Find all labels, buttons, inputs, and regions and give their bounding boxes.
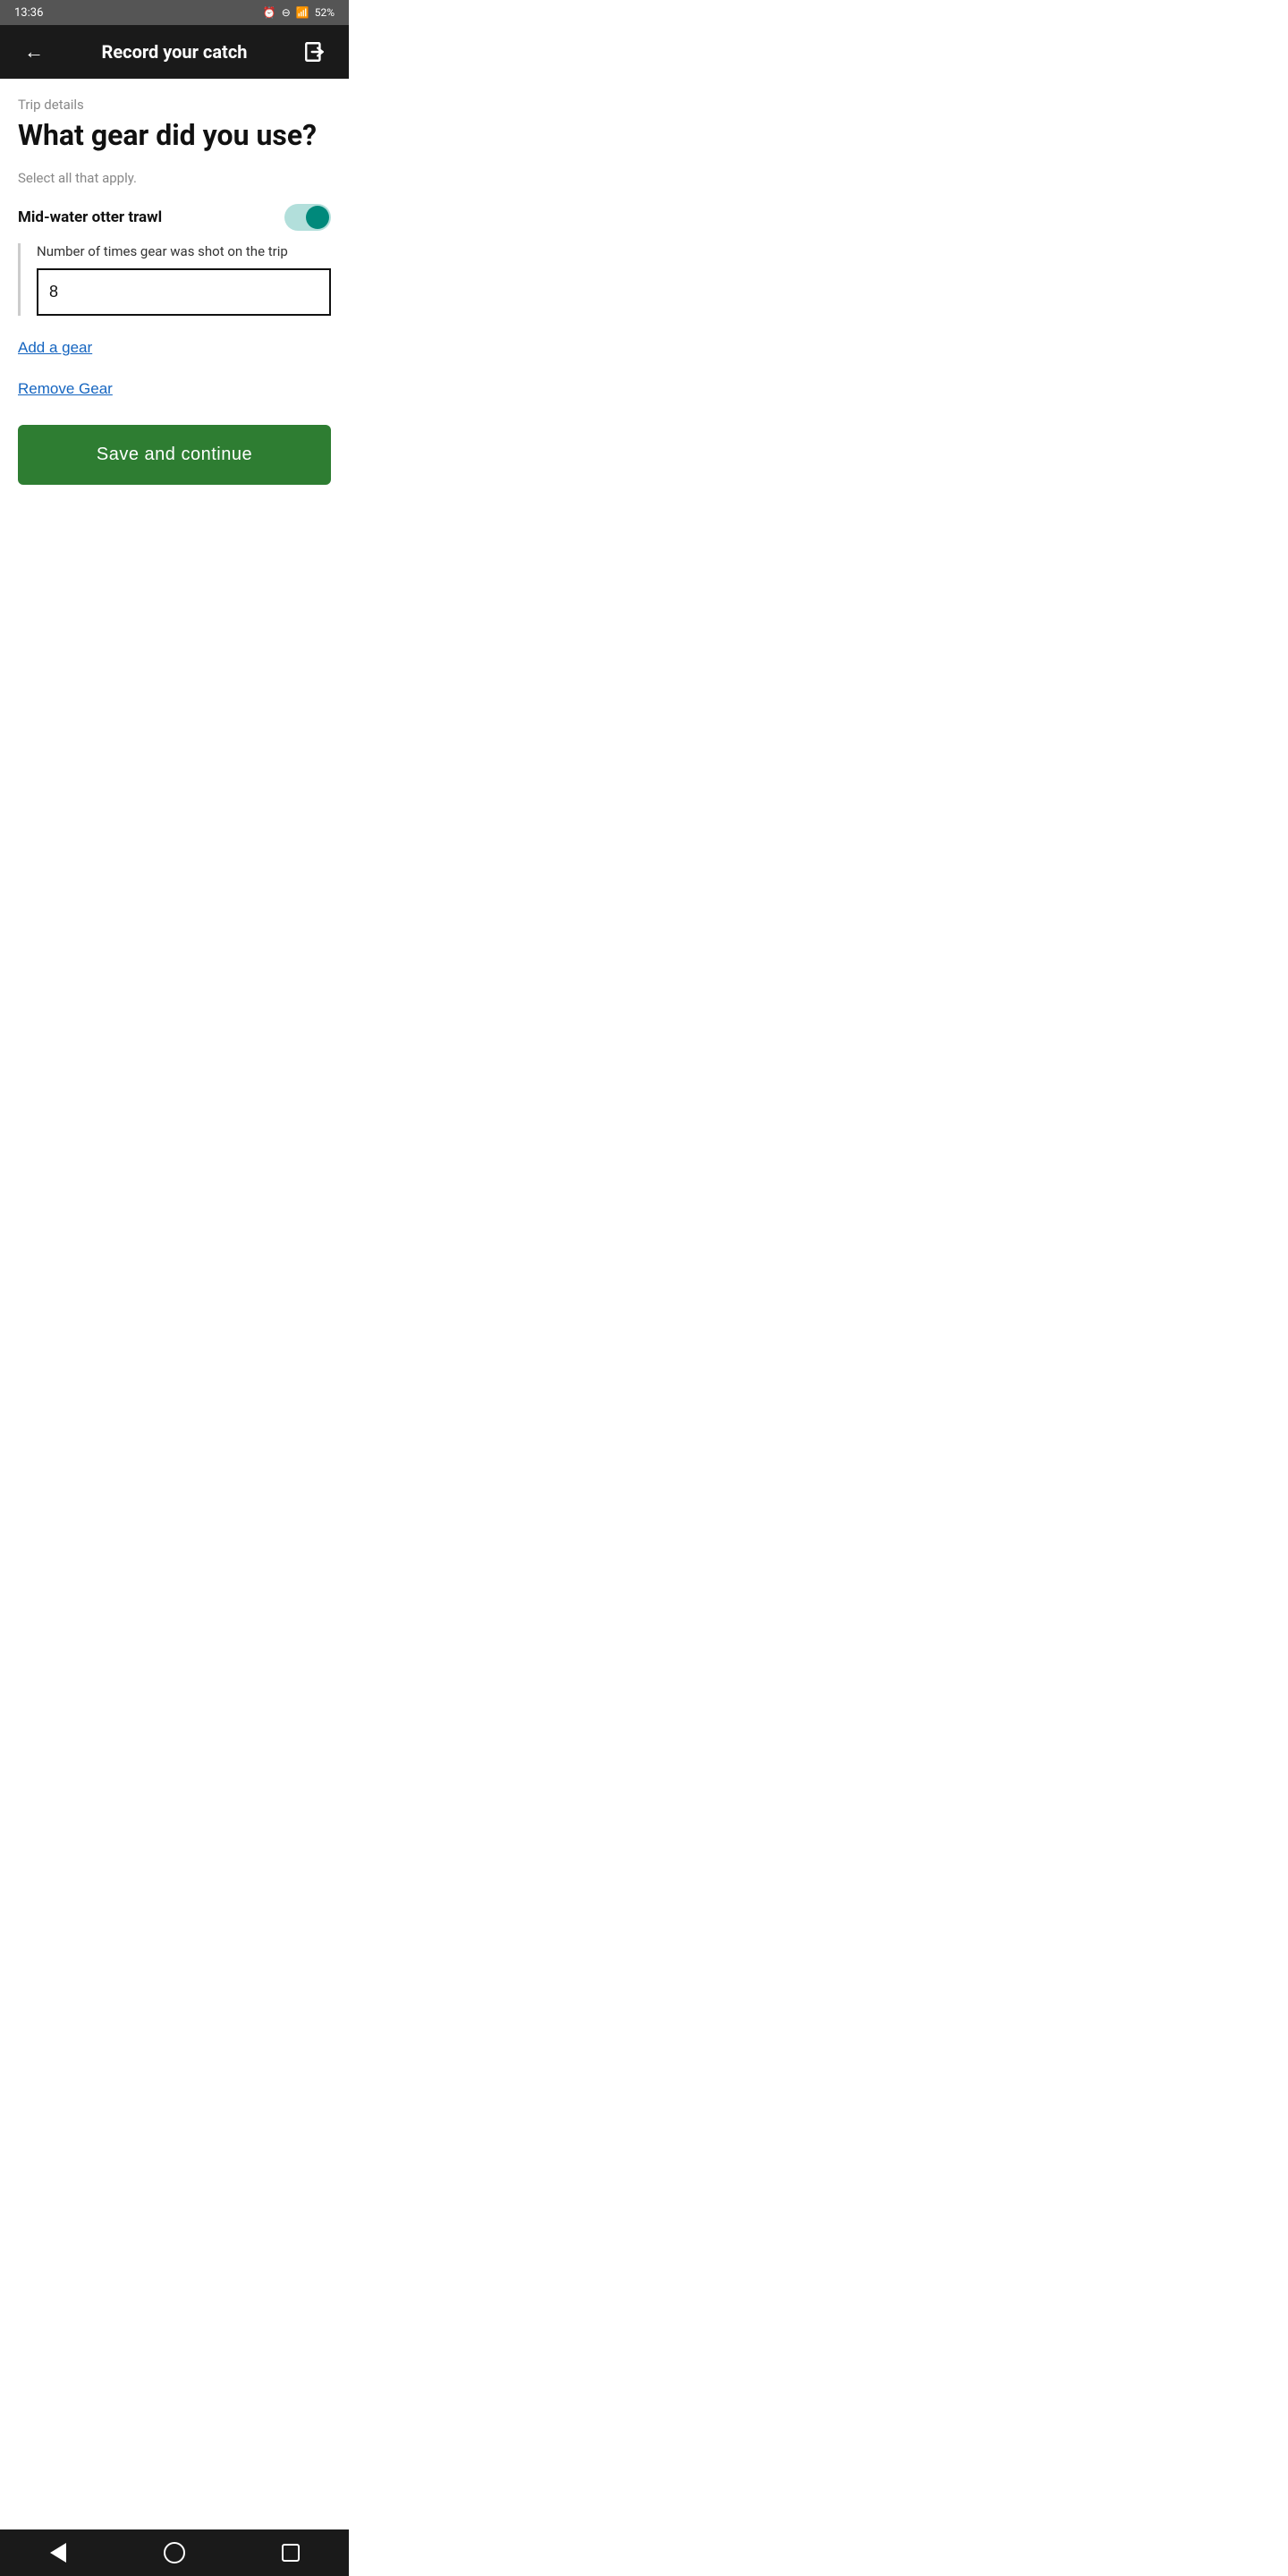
exit-button[interactable] [299, 36, 331, 68]
bottom-nav [0, 2529, 349, 2576]
nav-bar: ← Record your catch [0, 25, 349, 79]
status-bar: 13:36 ⏰ ⊖ 📶 52% [0, 0, 349, 25]
bottom-recent-button[interactable] [264, 2529, 318, 2576]
gear-toggle[interactable] [284, 204, 331, 231]
add-gear-button[interactable]: Add a gear [18, 332, 92, 364]
gear-name: Mid-water otter trawl [18, 208, 162, 226]
back-triangle-icon [50, 2543, 66, 2563]
sub-label: Number of times gear was shot on the tri… [37, 243, 331, 259]
home-circle-icon [164, 2542, 185, 2563]
add-gear-row: Add a gear [18, 332, 331, 364]
page-heading: What gear did you use? [18, 118, 331, 152]
remove-gear-button[interactable]: Remove Gear [18, 373, 113, 405]
recent-square-icon [282, 2544, 300, 2562]
exit-icon [303, 40, 326, 64]
minus-circle-icon: ⊖ [282, 6, 291, 19]
save-continue-button[interactable]: Save and continue [18, 425, 331, 485]
toggle-slider [284, 204, 331, 231]
gear-toggle-row: Mid-water otter trawl [18, 204, 331, 231]
alarm-icon: ⏰ [263, 6, 276, 19]
status-icons: ⏰ ⊖ 📶 52% [263, 6, 335, 19]
back-button[interactable]: ← [18, 36, 50, 68]
select-instruction: Select all that apply. [18, 170, 331, 186]
trip-details-label: Trip details [18, 97, 331, 113]
gear-sub-section: Number of times gear was shot on the tri… [18, 243, 331, 316]
bottom-home-button[interactable] [148, 2529, 201, 2576]
status-time: 13:36 [14, 6, 43, 20]
remove-gear-row: Remove Gear [18, 373, 331, 405]
battery-icon: 52% [315, 6, 335, 19]
main-content: Trip details What gear did you use? Sele… [0, 79, 349, 506]
nav-title: Record your catch [102, 41, 248, 63]
gear-shot-input[interactable] [37, 268, 331, 316]
signal-icon: 📶 [296, 6, 309, 19]
bottom-back-button[interactable] [31, 2529, 85, 2576]
